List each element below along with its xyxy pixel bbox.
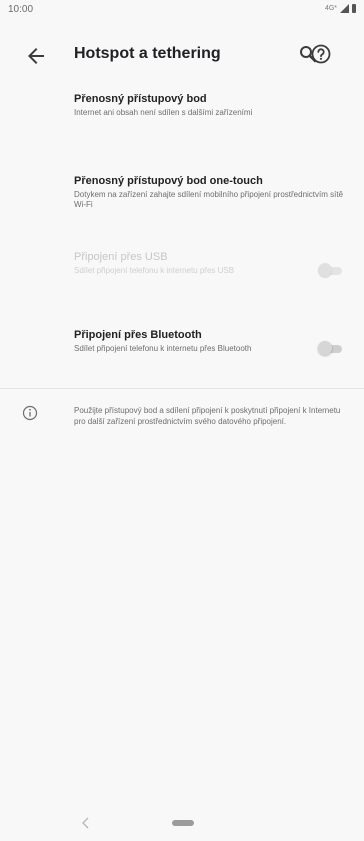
navigation-bar	[0, 810, 364, 841]
setting-one-touch-hotspot[interactable]: Přenosný přístupový bod one-touch Dotyke…	[74, 174, 349, 210]
nav-back-icon[interactable]	[78, 813, 94, 833]
status-bar: 10:00 4G*	[0, 0, 364, 24]
signal-icon	[340, 4, 349, 13]
divider	[0, 388, 364, 389]
setting-usb-tethering: Připojení přes USB Sdílet připojení tele…	[74, 250, 349, 276]
switch-thumb	[318, 341, 332, 355]
setting-summary: Internet ani obsah není sdílen s dalšími…	[74, 108, 253, 117]
help-icon[interactable]	[309, 42, 333, 66]
setting-bluetooth-tethering[interactable]: Připojení přes Bluetooth Sdílet připojen…	[74, 328, 349, 354]
setting-title: Připojení přes Bluetooth	[74, 329, 202, 341]
info-icon	[22, 405, 38, 421]
arrow-back-icon[interactable]	[24, 44, 48, 68]
setting-summary: Sdílet připojení telefonu k internetu př…	[74, 266, 235, 275]
usb-tethering-switch	[318, 261, 348, 281]
network-type: 4G*	[324, 5, 337, 12]
setting-summary: Dotykem na zařízení zahajte sdílení mobi…	[74, 190, 344, 209]
home-pill-button[interactable]	[172, 820, 194, 826]
page-title: Hotspot a tethering	[74, 45, 221, 62]
app-bar: Hotspot a tethering	[0, 24, 364, 86]
bluetooth-tethering-switch[interactable]	[318, 339, 348, 359]
status-icons: 4G*	[325, 4, 356, 13]
setting-title: Připojení přes USB	[74, 251, 168, 263]
switch-thumb	[318, 263, 332, 277]
status-time: 10:00	[8, 4, 34, 15]
info-text: Použijte přístupový bod a sdílení připoj…	[74, 406, 341, 426]
setting-summary: Sdílet připojení telefonu k internetu př…	[74, 344, 252, 353]
battery-icon	[352, 4, 356, 13]
setting-title: Přenosný přístupový bod	[74, 93, 207, 105]
setting-portable-hotspot[interactable]: Přenosný přístupový bod Internet ani obs…	[74, 92, 349, 118]
setting-title: Přenosný přístupový bod one-touch	[74, 175, 263, 187]
